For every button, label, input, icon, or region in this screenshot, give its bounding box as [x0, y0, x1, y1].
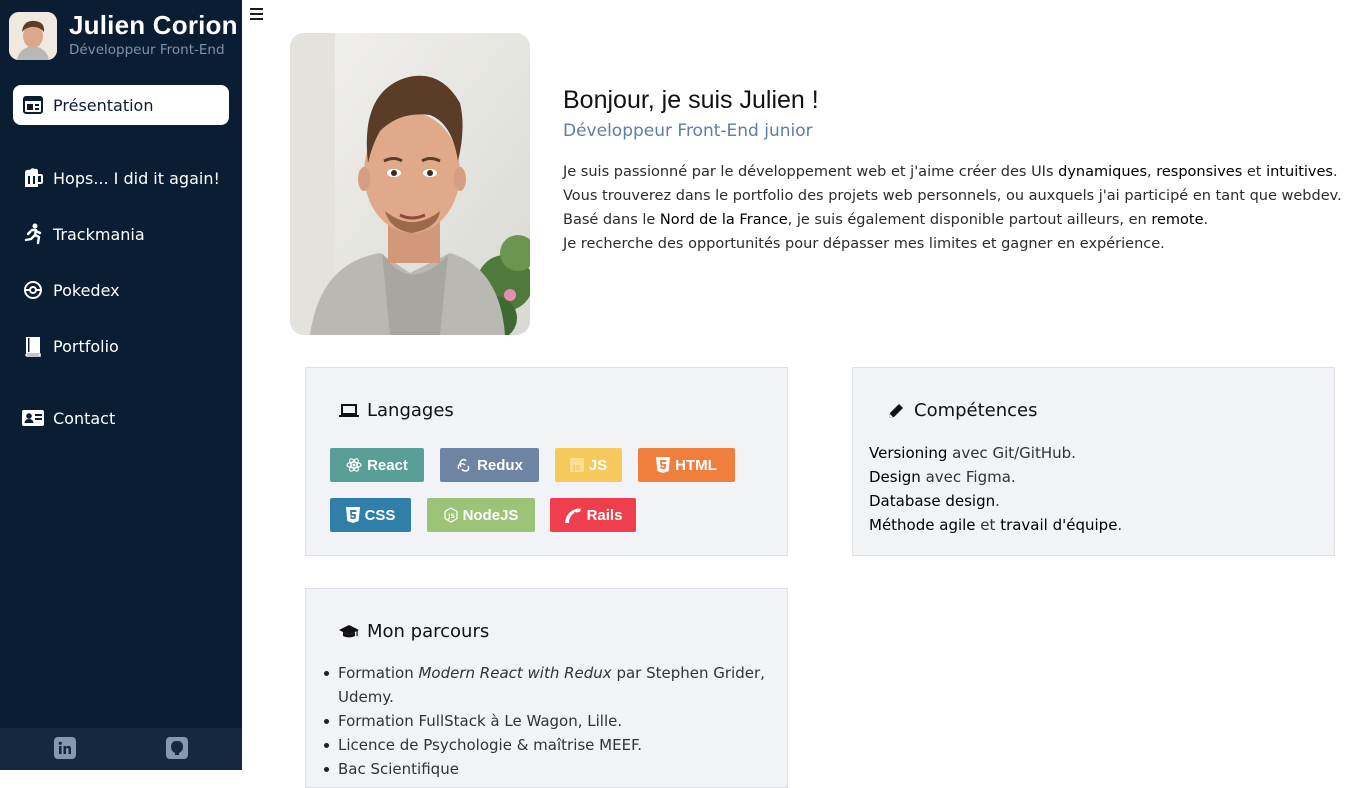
nav-item-presentation[interactable]: Présentation: [13, 85, 229, 125]
competences-card: Compétences Versioning avec Git/GitHub. …: [852, 367, 1335, 556]
pokeball-icon: [22, 279, 44, 301]
svg-text:JS: JS: [447, 513, 455, 520]
graduation-cap-icon: [339, 622, 359, 642]
laptop-icon: [339, 401, 359, 421]
about-paragraph: Je suis passionné par le développement w…: [563, 164, 1338, 180]
avatar: [9, 12, 57, 60]
skill-line: Database design.: [869, 492, 1000, 510]
nodejs-icon: JS: [443, 507, 458, 523]
badge-redux: Redux: [440, 448, 539, 482]
nav-label: Hops... I did it again!: [53, 168, 220, 188]
menu-toggle-button[interactable]: [250, 8, 266, 24]
rails-icon: [564, 507, 582, 523]
badge-rails: Rails: [550, 498, 636, 532]
nav-label: Contact: [53, 408, 116, 428]
greeting-title: Bonjour, je suis Julien !: [563, 86, 819, 114]
css3-icon: [345, 507, 360, 523]
about-text: Je suis passionné par le développement w…: [563, 160, 1353, 256]
skill-line: Design avec Figma.: [869, 468, 1016, 486]
badge-nodejs: JS NodeJS: [427, 498, 535, 532]
intro-section: Bonjour, je suis Julien ! Développeur Fr…: [563, 86, 1353, 256]
skill-line: Versioning avec Git/GitHub.: [869, 444, 1076, 462]
redux-icon: [456, 457, 472, 473]
nav-item-contact[interactable]: Contact: [13, 398, 229, 438]
badge-react: React: [330, 448, 424, 482]
running-icon: [22, 223, 44, 245]
profile-photo: [290, 33, 530, 335]
nav-label: Portfolio: [53, 336, 119, 356]
beer-mug-icon: [22, 167, 44, 189]
react-icon: [346, 457, 362, 473]
nav-label: Présentation: [53, 95, 154, 115]
about-paragraph: Basé dans le Nord de la France, je suis …: [563, 212, 1209, 228]
contact-card-icon: [22, 407, 44, 429]
badge-html: HTML: [638, 448, 735, 482]
presentation-icon: [22, 94, 44, 116]
profile-header: Julien Corion Développeur Front-End: [9, 10, 239, 62]
list-item: Formation Modern React with Redux par St…: [322, 661, 772, 709]
skill-line: Méthode agile et travail d'équipe.: [869, 516, 1123, 534]
list-item: Formation FullStack à Le Wagon, Lille.: [322, 709, 772, 733]
parcours-card: Mon parcours Formation Modern React with…: [305, 588, 788, 788]
badge-css: CSS: [330, 498, 411, 532]
skills-list: Versioning avec Git/GitHub. Design avec …: [869, 441, 1122, 537]
nav-label: Trackmania: [53, 224, 145, 244]
list-item: Licence de Psychologie & maîtrise MEEF.: [322, 733, 772, 757]
nav-item-trackmania[interactable]: Trackmania: [13, 214, 229, 254]
badge-js: JS JS: [555, 448, 622, 482]
parcours-title: Mon parcours: [339, 621, 489, 642]
about-paragraph: Je recherche des opportunités pour dépas…: [563, 236, 1165, 252]
nav-item-pokedex[interactable]: Pokedex: [13, 270, 229, 310]
langages-title: Langages: [339, 400, 454, 421]
profile-subtitle: Développeur Front-End: [69, 42, 225, 58]
parcours-list: Formation Modern React with Redux par St…: [322, 661, 772, 781]
github-icon[interactable]: [166, 737, 188, 759]
html5-icon: [656, 457, 671, 473]
sidebar-footer: [0, 728, 242, 770]
nav-label: Pokedex: [53, 280, 120, 300]
linkedin-icon[interactable]: [54, 737, 76, 759]
nav-item-hops[interactable]: Hops... I did it again!: [13, 158, 229, 198]
list-item: Bac Scientifique: [322, 757, 772, 781]
about-paragraph: Vous trouverez dans le portfolio des pro…: [563, 188, 1342, 204]
pencil-icon: [886, 401, 906, 421]
js-icon: JS: [569, 458, 584, 472]
book-icon: [22, 335, 44, 357]
langages-card: Langages React Redux JS JS HTML CSS JS N…: [305, 367, 788, 556]
competences-title: Compétences: [886, 400, 1038, 421]
nav-item-portfolio[interactable]: Portfolio: [13, 326, 229, 366]
profile-name: Julien Corion: [69, 10, 238, 40]
sidebar: Julien Corion Développeur Front-End Prés…: [0, 0, 242, 770]
svg-text:JS: JS: [572, 464, 581, 472]
role-subtitle: Développeur Front-End junior: [563, 121, 813, 141]
